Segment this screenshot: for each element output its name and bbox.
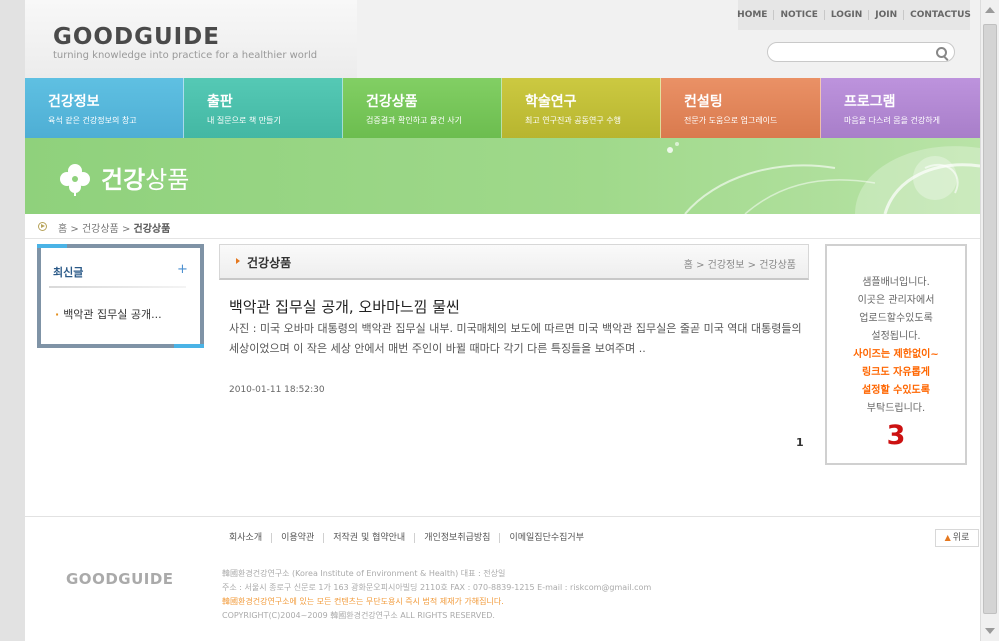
section-banner: 건강상품 bbox=[25, 138, 980, 214]
header: GOODGUIDE turning knowledge into practic… bbox=[25, 0, 980, 78]
main-nav: 건강정보 육석 같은 건강정보의 창고 출판 내 질문으로 책 만들기 건강상품… bbox=[25, 78, 980, 138]
footer-link-copyright[interactable]: 저작권 및 협약안내 bbox=[324, 533, 416, 543]
home-icon bbox=[38, 222, 47, 231]
banner-highlight: 사이즈는 제한없이~ bbox=[853, 349, 939, 360]
breadcrumb-home[interactable]: 홈 bbox=[58, 224, 67, 235]
scrollbar[interactable] bbox=[980, 0, 999, 641]
more-plus-icon[interactable]: + bbox=[177, 262, 188, 277]
caret-up-icon: ▲ bbox=[944, 533, 951, 542]
main-nav-title: 건강정보 bbox=[48, 94, 100, 110]
arrow-right-icon bbox=[236, 258, 240, 264]
main-nav-consulting[interactable]: 컨설팅 전문가 도움으로 업그레이드 bbox=[661, 78, 821, 138]
post-summary: 사진 : 미국 오바마 대통령의 백악관 집무실 내부. 미국매체의 보도에 따… bbox=[229, 322, 802, 355]
top-nav-contactus[interactable]: CONTACTUS bbox=[904, 10, 977, 20]
top-nav-home[interactable]: HOME bbox=[731, 10, 775, 20]
banner-line: 부탁드립니다. bbox=[866, 403, 926, 414]
banner-line: 설정됩니다. bbox=[871, 331, 921, 342]
content-location: 홈 > 건강정보 > 건강상품 bbox=[683, 260, 796, 271]
top-nav-join[interactable]: JOIN bbox=[869, 10, 905, 20]
latest-post-item[interactable]: 백악관 집무실 공개... bbox=[55, 306, 161, 322]
footer-links: 회사소개 이용약관 저작권 및 협약안내 개인정보취급방침 이메일집단수집거부 bbox=[219, 533, 593, 543]
footer-warning: 韓國환경건강연구소에 있는 모든 컨텐츠는 무단도용시 즉시 법적 제재가 가해… bbox=[222, 597, 504, 606]
site-logo[interactable]: GOODGUIDE bbox=[53, 24, 220, 50]
logo-panel: GOODGUIDE turning knowledge into practic… bbox=[25, 0, 357, 78]
banner-highlight: 설정할 수있도록 bbox=[862, 385, 930, 396]
main-nav-health-info[interactable]: 건강정보 육석 같은 건강정보의 창고 bbox=[25, 78, 184, 138]
main-nav-research[interactable]: 학술연구 최고 연구진과 공동연구 수행 bbox=[502, 78, 661, 138]
breadcrumb-text: 홈 > 건강상품 > 건강상품 bbox=[58, 224, 171, 235]
clover-icon bbox=[60, 164, 90, 196]
latest-posts-title: 최신글 bbox=[53, 266, 84, 279]
banner-line: 업로드할수있도록 bbox=[859, 313, 933, 324]
post-title[interactable]: 백악관 집무실 공개, 오바마느낌 물씬 bbox=[229, 296, 460, 317]
footer-copyright: COPYRIGHT(C)2004~2009 韓國환경건강연구소 ALL RIGH… bbox=[222, 611, 495, 620]
banner-title-bold: 건강 bbox=[101, 166, 146, 194]
main-nav-health-products[interactable]: 건강상품 검증결과 확인하고 물건 사기 bbox=[343, 78, 502, 138]
banner-title-rest: 상품 bbox=[145, 166, 190, 194]
search-icon[interactable] bbox=[936, 47, 947, 58]
site-tagline: turning knowledge into practice for a he… bbox=[53, 50, 318, 61]
box-corner-accent bbox=[174, 344, 204, 348]
banner-line: 이곳은 관리자에서 bbox=[857, 295, 935, 306]
footer-address: 주소 : 서울시 종로구 신문로 1가 163 광화문오피시아빌딩 2110호 … bbox=[222, 583, 652, 592]
content-header: 건강상품 홈 > 건강정보 > 건강상품 bbox=[219, 244, 809, 280]
main-nav-subtitle: 육석 같은 건강정보의 창고 bbox=[48, 116, 137, 125]
banner-highlight: 링크도 자유롭게 bbox=[862, 367, 930, 378]
main-nav-title: 출판 bbox=[207, 94, 233, 110]
main-nav-subtitle: 최고 연구진과 공동연구 수행 bbox=[525, 116, 621, 125]
footer-link-terms[interactable]: 이용약관 bbox=[272, 533, 325, 543]
main-nav-program[interactable]: 프로그램 마음을 다스려 몸을 건강하게 bbox=[821, 78, 980, 138]
search-box bbox=[767, 42, 955, 62]
banner-decoration bbox=[667, 142, 980, 214]
footer-divider bbox=[25, 516, 980, 517]
banner-number: 3 bbox=[886, 420, 906, 451]
post-date: 2010-01-11 18:52:30 bbox=[229, 385, 325, 395]
top-nav-login[interactable]: LOGIN bbox=[825, 10, 870, 20]
top-nav: HOME NOTICE LOGIN JOIN CONTACTUS bbox=[737, 0, 971, 30]
footer-link-email-refusal[interactable]: 이메일집단수집거부 bbox=[500, 533, 593, 543]
search-input[interactable] bbox=[778, 45, 932, 61]
banner-line: 샘플배너입니다. bbox=[862, 277, 930, 288]
footer-info: 韓國환경건강연구소 (Korea Institute of Environmen… bbox=[222, 567, 651, 623]
page: GOODGUIDE turning knowledge into practic… bbox=[25, 0, 980, 641]
latest-posts-box: 최신글 + 백악관 집무실 공개... bbox=[37, 244, 204, 348]
main-nav-subtitle: 검증결과 확인하고 물건 사기 bbox=[366, 116, 462, 125]
main-nav-publishing[interactable]: 출판 내 질문으로 책 만들기 bbox=[184, 78, 343, 138]
breadcrumb-level1[interactable]: 건강상품 bbox=[82, 224, 119, 235]
breadcrumb-current: 건강상품 bbox=[133, 224, 171, 235]
main-nav-title: 건강상품 bbox=[366, 94, 418, 110]
main-nav-subtitle: 전문가 도움으로 업그레이드 bbox=[684, 116, 778, 125]
main-nav-title: 학술연구 bbox=[525, 94, 577, 110]
main-nav-title: 프로그램 bbox=[844, 94, 896, 110]
footer-link-privacy[interactable]: 개인정보취급방침 bbox=[415, 533, 501, 543]
sample-banner[interactable]: 샘플배너입니다. 이곳은 관리자에서 업로드할수있도록 설정됩니다. 사이즈는 … bbox=[825, 244, 967, 465]
back-to-top-button[interactable]: ▲ 위로 bbox=[935, 529, 979, 547]
back-to-top-label: 위로 bbox=[952, 533, 970, 543]
box-corner-accent bbox=[37, 244, 67, 248]
main-nav-subtitle: 내 질문으로 책 만들기 bbox=[207, 116, 281, 125]
scroll-down-icon[interactable] bbox=[985, 628, 995, 634]
pagination-page[interactable]: 1 bbox=[796, 436, 804, 449]
footer-company: 韓國환경건강연구소 (Korea Institute of Environmen… bbox=[222, 569, 506, 578]
footer-logo: GOODGUIDE bbox=[66, 570, 174, 588]
divider bbox=[49, 286, 186, 288]
scroll-up-icon[interactable] bbox=[985, 7, 995, 13]
main-nav-title: 컨설팅 bbox=[684, 94, 723, 110]
content-title: 건강상품 bbox=[247, 256, 292, 270]
breadcrumb: 홈 > 건강상품 > 건강상품 bbox=[25, 214, 980, 239]
main-nav-subtitle: 마음을 다스려 몸을 건강하게 bbox=[844, 116, 940, 125]
scroll-thumb[interactable] bbox=[983, 24, 997, 614]
banner-title: 건강상품 bbox=[101, 160, 189, 195]
footer-link-about[interactable]: 회사소개 bbox=[219, 533, 273, 543]
top-nav-notice[interactable]: NOTICE bbox=[774, 10, 825, 20]
